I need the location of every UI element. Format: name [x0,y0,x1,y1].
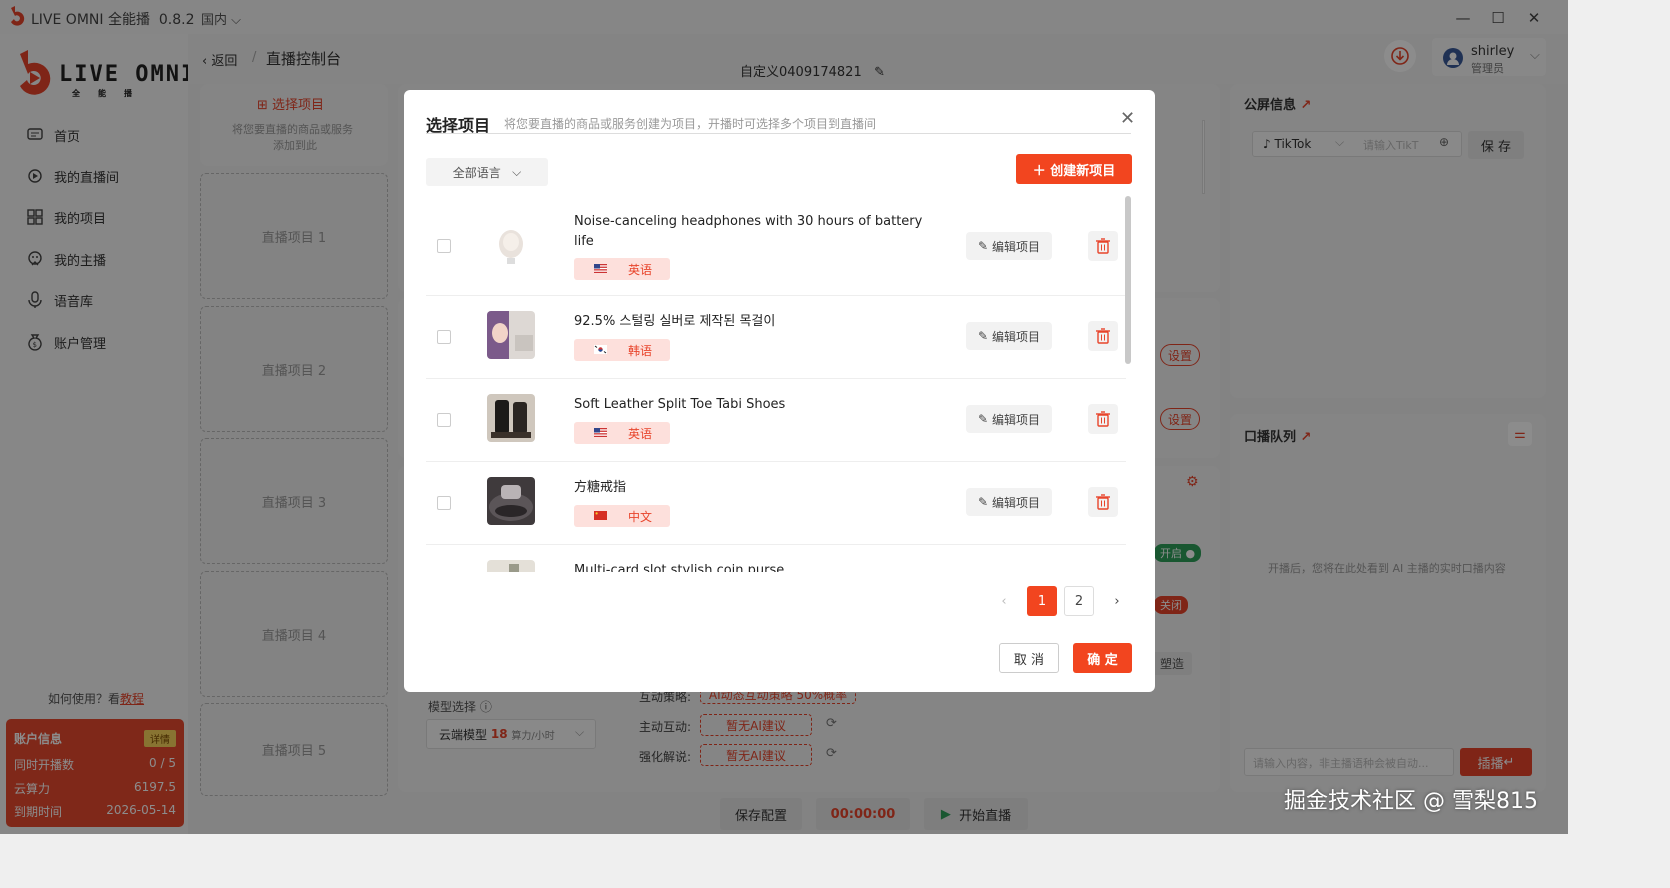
product-title: Soft Leather Split Toe Tabi Shoes [574,397,786,412]
product-thumbnail [487,477,535,525]
watermark: 掘金技术社区 @ 雪梨815 [1284,789,1538,814]
page-1-button[interactable]: 1 [1027,586,1057,616]
cn-flag-icon [594,511,607,520]
list-item[interactable]: Multi-card slot stylish coin purse [426,545,1126,572]
select-project-modal: 选择项目 将您要直播的商品或服务创建为项目，开播时可选择多个项目到直播间 ✕ 全… [404,90,1155,692]
product-thumbnail [487,560,535,572]
page-2-button[interactable]: 2 [1064,586,1094,616]
chevron-down-icon: ⌵ [512,164,522,179]
next-page-button[interactable]: › [1107,586,1127,616]
trash-icon [1096,328,1110,344]
delete-project-button[interactable] [1088,321,1118,351]
edit-project-button[interactable]: ✎ 编辑项目 [966,322,1052,350]
trash-icon [1096,411,1110,427]
product-title: Noise-canceling headphones with 30 hours… [574,214,923,249]
edit-icon: ✎ [978,329,989,343]
list-item[interactable]: Soft Leather Split Toe Tabi Shoes 英语 ✎ 编… [426,379,1126,462]
us-flag-icon [594,428,607,437]
delete-project-button[interactable] [1088,231,1118,261]
edit-project-button[interactable]: ✎ 编辑项目 [966,405,1052,433]
kr-flag-icon [594,345,607,354]
product-thumbnail [487,394,535,442]
delete-project-button[interactable] [1088,404,1118,434]
list-scrollbar[interactable] [1125,196,1131,364]
modal-subtitle: 将您要直播的商品或服务创建为项目，开播时可选择多个项目到直播间 [504,117,877,131]
create-project-button[interactable]: ＋ 创建新项目 [1016,154,1132,184]
language-tag: 英语 [574,422,670,444]
cancel-button[interactable]: 取 消 [999,643,1059,673]
language-tag: 英语 [574,258,670,280]
edit-project-button[interactable]: ✎ 编辑项目 [966,488,1052,516]
item-checkbox[interactable] [437,330,451,344]
plus-icon: ＋ [1032,163,1046,179]
product-title: 方糖戒指 [574,480,627,495]
language-tag: 韩语 [574,339,670,361]
edit-project-button[interactable]: ✎ 编辑项目 [966,232,1052,260]
delete-project-button[interactable] [1088,487,1118,517]
list-item[interactable]: 92.5% 스털링 실버로 제작된 목걸이 韩语 ✎ 编辑项目 [426,296,1126,379]
close-icon[interactable]: ✕ [1120,108,1135,129]
edit-icon: ✎ [978,239,989,253]
trash-icon [1096,238,1110,254]
divider [426,133,1131,134]
project-list: Noise-canceling headphones with 30 hours… [426,198,1126,572]
list-item[interactable]: Noise-canceling headphones with 30 hours… [426,198,1126,296]
edit-icon: ✎ [978,495,989,509]
trash-icon [1096,494,1110,510]
product-title: Multi-card slot stylish coin purse [574,563,785,572]
item-checkbox[interactable] [437,413,451,427]
language-filter-select[interactable]: 全部语言 ⌵ [426,158,548,186]
product-thumbnail [487,222,535,270]
prev-page-button[interactable]: ‹ [994,586,1014,616]
product-thumbnail [487,311,535,359]
confirm-button[interactable]: 确 定 [1073,643,1132,673]
product-title: 92.5% 스털링 실버로 제작된 목걸이 [574,314,776,329]
edit-icon: ✎ [978,412,989,426]
us-flag-icon [594,264,607,273]
language-tag: 中文 [574,505,670,527]
item-checkbox[interactable] [437,496,451,510]
list-item[interactable]: 方糖戒指 中文 ✎ 编辑项目 [426,462,1126,545]
item-checkbox[interactable] [437,239,451,253]
